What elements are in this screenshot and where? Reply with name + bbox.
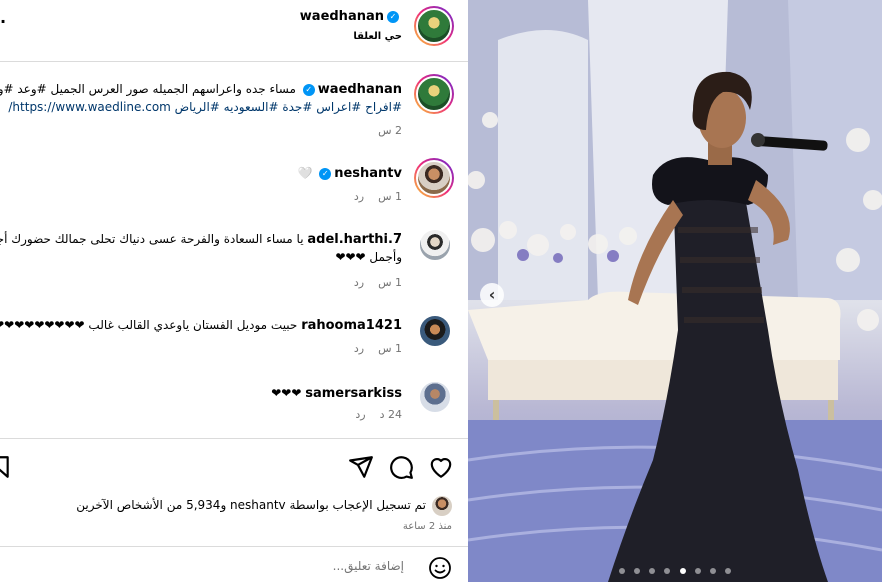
more-options-button[interactable]: . bbox=[0, 8, 6, 27]
comment-item: adel.harthi.7 يا مساء السعادة والفرحة عس… bbox=[0, 224, 454, 294]
carousel-dot bbox=[709, 568, 716, 574]
post-time: منذ 2 ساعة bbox=[402, 521, 452, 532]
share-icon[interactable] bbox=[348, 454, 374, 480]
comment-meta: 1 س رد bbox=[354, 276, 402, 289]
comment-time: 1 س bbox=[378, 190, 402, 203]
carousel-dot bbox=[724, 568, 731, 574]
comment-icon[interactable] bbox=[388, 454, 414, 480]
reply-button[interactable]: رد bbox=[354, 190, 364, 203]
liker-avatar[interactable] bbox=[432, 496, 452, 516]
comment-item: samersarkiss ❤❤❤ 24 د رد bbox=[0, 380, 454, 430]
comment-line: samersarkiss ❤❤❤ bbox=[271, 384, 402, 403]
comment-text-cont: وأجمل ❤❤❤ bbox=[335, 250, 402, 264]
previous-image-button[interactable]: ‹ bbox=[480, 283, 504, 307]
caption-username[interactable]: waedhanan bbox=[318, 82, 402, 97]
reply-button[interactable]: رد bbox=[354, 276, 364, 289]
caption-line-2[interactable]: #افراح #اعراس #جدة #السعوديه #الرياض htt… bbox=[8, 98, 402, 116]
comment-line: adel.harthi.7 يا مساء السعادة والفرحة عس… bbox=[0, 230, 402, 249]
comment-item: rahooma1421 حبيت موديل الفستان ياوعدي ال… bbox=[0, 312, 454, 362]
comment-meta: 1 س رد bbox=[354, 342, 402, 355]
carousel-dot bbox=[664, 568, 671, 574]
caption-avatar[interactable] bbox=[414, 74, 454, 114]
comment-time: 1 س bbox=[378, 342, 402, 355]
caption-time: 2 س bbox=[378, 124, 402, 137]
post-actions: تم تسجيل الإعجاب بواسطة neshantv و5,934 … bbox=[0, 438, 468, 538]
bookmark-icon[interactable] bbox=[0, 454, 12, 480]
comment-username[interactable]: rahooma1421 bbox=[301, 318, 402, 333]
emoji-icon[interactable] bbox=[428, 556, 452, 580]
carousel-dot bbox=[649, 568, 656, 574]
comments-panel: . ✓waedhanan حي العلقا waedhanan✓ مساء ج… bbox=[0, 0, 468, 582]
comment-time: 24 د bbox=[379, 408, 402, 421]
comment-avatar[interactable] bbox=[418, 380, 452, 414]
author-avatar[interactable] bbox=[414, 6, 454, 46]
add-comment-bar bbox=[0, 546, 468, 582]
add-comment-input[interactable] bbox=[84, 559, 404, 573]
comment-item: neshantv✓ 🤍 1 س رد bbox=[0, 156, 454, 206]
caption: waedhanan✓ مساء جده واعراسهم الجميله صور… bbox=[0, 74, 454, 144]
author-username[interactable]: waedhanan bbox=[300, 9, 384, 24]
post-header: . ✓waedhanan حي العلقا bbox=[0, 0, 468, 62]
carousel-dot bbox=[694, 568, 701, 574]
comment-line: rahooma1421 حبيت موديل الفستان ياوعدي ال… bbox=[0, 316, 402, 335]
comment-line: neshantv✓ 🤍 bbox=[297, 164, 402, 183]
like-heart-icon[interactable] bbox=[428, 454, 454, 480]
verified-badge-icon: ✓ bbox=[387, 10, 399, 23]
post-photo[interactable]: ‹ bbox=[468, 0, 882, 582]
author-username-line[interactable]: ✓waedhanan bbox=[300, 9, 402, 24]
reply-button[interactable]: رد bbox=[354, 342, 364, 355]
caption-text: مساء جده واعراسهم الجميله صور العرس الجم… bbox=[0, 82, 296, 96]
singer-photo bbox=[468, 0, 882, 582]
comment-meta: 1 س رد bbox=[354, 190, 402, 203]
carousel-dot-active bbox=[679, 568, 686, 574]
comment-text: 🤍 bbox=[297, 166, 313, 180]
comment-username[interactable]: neshantv bbox=[334, 166, 402, 181]
comment-username[interactable]: adel.harthi.7 bbox=[307, 232, 402, 247]
reply-button[interactable]: رد bbox=[355, 408, 365, 421]
comment-text: حبيت موديل الفستان ياوعدي القالب غالب ❤❤… bbox=[0, 318, 298, 332]
comment-meta: 24 د رد bbox=[355, 408, 402, 421]
caption-line-1: waedhanan✓ مساء جده واعراسهم الجميله صور… bbox=[0, 80, 402, 99]
verified-badge-icon: ✓ bbox=[302, 83, 315, 96]
comment-avatar[interactable] bbox=[418, 228, 452, 262]
comment-text: ❤❤❤ bbox=[271, 386, 302, 400]
comment-time: 1 س bbox=[378, 276, 402, 289]
comment-avatar[interactable] bbox=[418, 314, 452, 348]
carousel-dot bbox=[634, 568, 641, 574]
carousel-dot bbox=[619, 568, 626, 574]
comment-text: يا مساء السعادة والفرحة عسى دنياك تحلى ج… bbox=[0, 232, 304, 246]
comment-avatar[interactable] bbox=[414, 158, 454, 198]
carousel-dots bbox=[468, 559, 882, 578]
location-label[interactable]: حي العلقا bbox=[353, 31, 402, 42]
likes-summary[interactable]: تم تسجيل الإعجاب بواسطة neshantv و5,934 … bbox=[76, 498, 426, 512]
comment-username[interactable]: samersarkiss bbox=[305, 386, 402, 401]
verified-badge-icon: ✓ bbox=[319, 167, 332, 180]
